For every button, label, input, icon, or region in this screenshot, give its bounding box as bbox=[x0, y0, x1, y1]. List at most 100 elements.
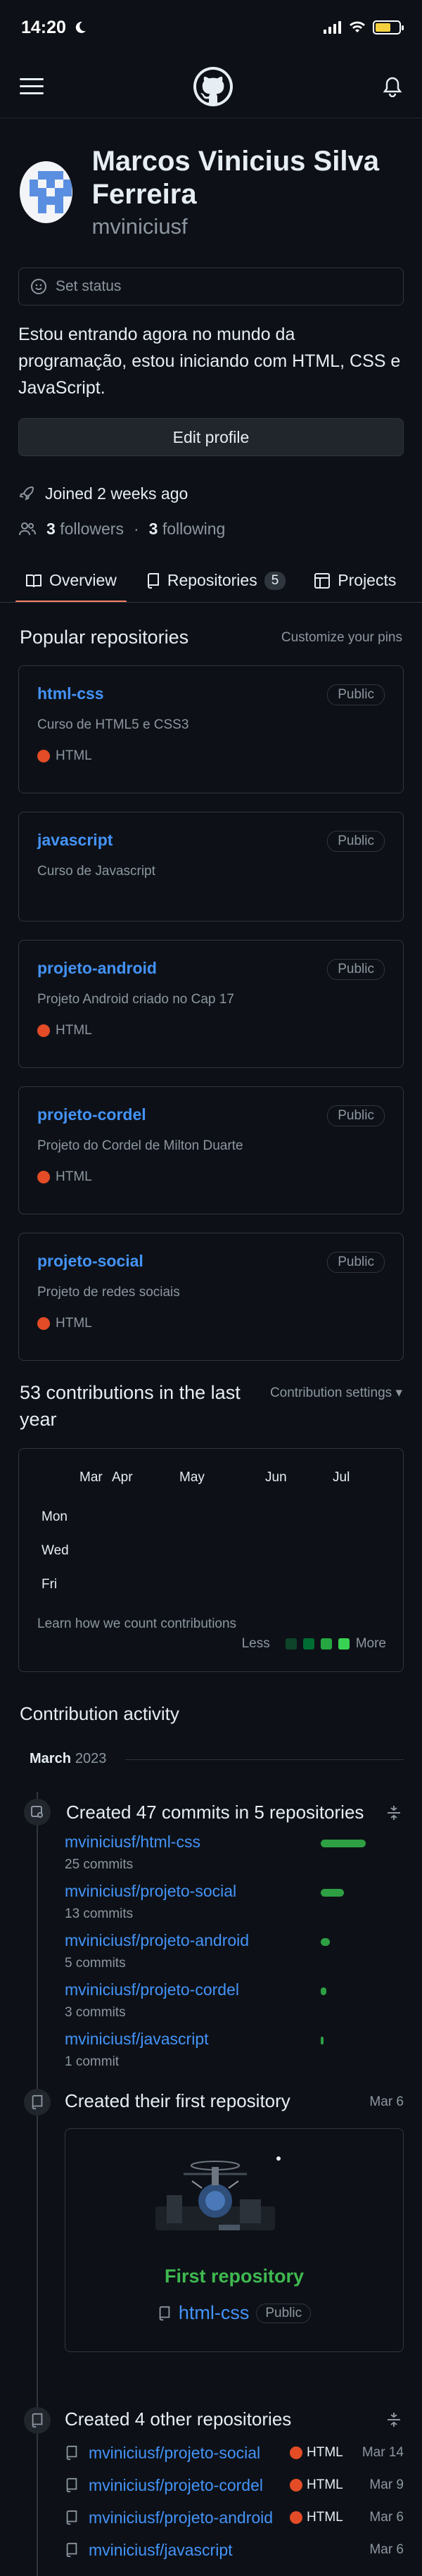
collapse-icon[interactable] bbox=[385, 2411, 402, 2428]
created-repo-row: mviniciusf/javascript Mar 6 bbox=[65, 2539, 404, 2561]
following-label: following bbox=[162, 519, 226, 538]
tab-overview-label: Overview bbox=[49, 571, 117, 590]
repo-icon bbox=[66, 2511, 77, 2525]
day-label: Wed bbox=[41, 1543, 69, 1559]
tab-projects[interactable]: Projects bbox=[304, 559, 406, 602]
edit-profile-button[interactable]: Edit profile bbox=[18, 418, 404, 457]
created-repo-link[interactable]: mviniciusf/projeto-cordel bbox=[89, 2476, 284, 2495]
repo-language: HTML bbox=[290, 2445, 360, 2461]
learn-contributions-link[interactable]: Learn how we count contributions bbox=[37, 1616, 236, 1632]
legend-square bbox=[320, 1638, 332, 1650]
created-repo-link[interactable]: mviniciusf/projeto-social bbox=[89, 2444, 284, 2463]
people-icon bbox=[19, 522, 36, 536]
avatar[interactable] bbox=[20, 161, 72, 224]
repo-card[interactable]: projeto-cordel Public Projeto do Cordel … bbox=[18, 1086, 404, 1215]
repo-card[interactable]: projeto-social Public Projeto de redes s… bbox=[18, 1233, 404, 1362]
tab-overview[interactable]: Overview bbox=[15, 559, 127, 603]
created-repo-link[interactable]: mviniciusf/projeto-android bbox=[89, 2508, 284, 2527]
repo-card[interactable]: projeto-android Public Projeto Android c… bbox=[18, 940, 404, 1069]
wifi-icon bbox=[350, 21, 365, 32]
language-color-dot bbox=[37, 1317, 50, 1331]
contributions-header: 53 contributions in the last year Contri… bbox=[0, 1379, 422, 1433]
language-color-dot bbox=[37, 1171, 50, 1184]
tab-projects-label: Projects bbox=[338, 571, 397, 590]
followers-row: 3 followers · 3 following bbox=[18, 518, 404, 539]
book-icon bbox=[26, 574, 41, 588]
commit-repo-row: mviniciusf/html-css 25 commits bbox=[65, 1833, 200, 1873]
repo-language: HTML bbox=[290, 2477, 360, 2493]
signal-icon bbox=[324, 21, 341, 34]
repo-event-icon bbox=[24, 2407, 51, 2434]
smiley-icon bbox=[31, 279, 46, 295]
contribution-legend: Less More bbox=[242, 1636, 386, 1652]
first-repo-card: First repository html-css Public bbox=[65, 2128, 404, 2353]
commit-count: 5 commits bbox=[65, 1956, 126, 1971]
popular-repos-header: Popular repositories Customize your pins bbox=[0, 627, 422, 648]
bell-icon[interactable] bbox=[383, 76, 402, 97]
language-label: HTML bbox=[56, 1316, 92, 1331]
set-status-button[interactable]: Set status bbox=[18, 268, 404, 306]
customize-pins-link[interactable]: Customize your pins bbox=[281, 630, 402, 646]
commit-repo-link[interactable]: mviniciusf/projeto-cordel bbox=[65, 1980, 239, 1999]
created-repo-row: mviniciusf/projeto-cordel HTML Mar 9 bbox=[65, 2475, 404, 2496]
top-nav bbox=[0, 55, 422, 118]
tab-repositories-label: Repositories bbox=[167, 571, 257, 590]
language-label: HTML bbox=[56, 1169, 92, 1185]
language-color-dot bbox=[37, 750, 50, 763]
following-link[interactable]: 3 following bbox=[149, 520, 226, 539]
first-repo-illustration-icon bbox=[155, 2156, 281, 2231]
language-label: HTML bbox=[56, 748, 92, 764]
repo-description: Curso de Javascript bbox=[37, 864, 155, 879]
followers-link[interactable]: 3 followers bbox=[46, 520, 124, 539]
repo-language: HTML bbox=[37, 748, 385, 764]
contribution-activity: Contribution activity March 2023 Created… bbox=[0, 1672, 422, 2576]
first-repo-date: Mar 6 bbox=[369, 2094, 404, 2110]
created-repo-date: Mar 14 bbox=[362, 2445, 404, 2461]
language-label: HTML bbox=[56, 1023, 92, 1038]
contribution-graph: Mar Apr May Jun Jul Mon Wed Fri Learn ho… bbox=[18, 1448, 404, 1673]
commit-repo-link[interactable]: mviniciusf/html-css bbox=[65, 1833, 200, 1852]
month-label: May bbox=[179, 1470, 205, 1485]
tab-repositories-count: 5 bbox=[264, 571, 286, 590]
commit-repo-link[interactable]: mviniciusf/projeto-android bbox=[65, 1931, 249, 1950]
commit-repo-link[interactable]: mviniciusf/projeto-social bbox=[65, 1882, 236, 1901]
day-label: Fri bbox=[41, 1577, 58, 1592]
commit-repo-link[interactable]: mviniciusf/javascript bbox=[65, 2030, 209, 2049]
commit-repo-row: mviniciusf/projeto-social 13 commits bbox=[65, 1882, 236, 1922]
visibility-badge: Public bbox=[327, 1105, 385, 1127]
visibility-badge: Public bbox=[327, 959, 385, 981]
month-label: Jul bbox=[333, 1470, 350, 1485]
collapse-icon[interactable] bbox=[385, 1804, 402, 1821]
first-repo-link[interactable]: html-css bbox=[179, 2302, 250, 2324]
repo-description: Projeto do Cordel de Milton Duarte bbox=[37, 1138, 243, 1154]
tab-repositories[interactable]: Repositories 5 bbox=[136, 559, 295, 602]
commit-event-icon bbox=[24, 1799, 51, 1826]
repo-card[interactable]: html-css Public Curso de HTML5 e CSS3 HT… bbox=[18, 665, 404, 794]
first-repo-card-title: First repository bbox=[164, 2266, 305, 2287]
month-label: Mar bbox=[79, 1470, 103, 1485]
legend-more: More bbox=[355, 1636, 386, 1652]
created-repo-link[interactable]: mviniciusf/javascript bbox=[89, 2541, 284, 2560]
created-repo-date: Mar 6 bbox=[369, 2510, 404, 2525]
commit-share-bar bbox=[321, 1889, 344, 1897]
created-repo-row: mviniciusf/projeto-android HTML Mar 6 bbox=[65, 2507, 404, 2528]
commit-count: 13 commits bbox=[65, 1906, 134, 1922]
menu-icon[interactable] bbox=[20, 73, 44, 99]
day-label: Mon bbox=[41, 1509, 68, 1525]
status-time-group: 14:20 bbox=[21, 18, 87, 38]
contribution-settings-button[interactable]: Contribution settings ▾ bbox=[270, 1385, 402, 1401]
created-repo-date: Mar 6 bbox=[369, 2542, 404, 2558]
legend-square bbox=[302, 1638, 314, 1650]
joined-text: Joined 2 weeks ago bbox=[45, 484, 188, 503]
rocket-icon bbox=[19, 486, 34, 501]
contributions-title: 53 contributions in the last year bbox=[20, 1382, 241, 1431]
following-count: 3 bbox=[148, 519, 158, 538]
github-logo-icon[interactable] bbox=[193, 66, 233, 106]
commit-share-bar bbox=[321, 1987, 326, 1996]
repo-icon bbox=[66, 2478, 77, 2493]
repo-card[interactable]: javascript Public Curso de Javascript bbox=[18, 812, 404, 922]
other-repos-event-title: Created 4 other repositories bbox=[65, 2408, 292, 2430]
set-status-label: Set status bbox=[56, 278, 122, 295]
commit-repo-row: mviniciusf/javascript 1 commit bbox=[65, 2030, 209, 2070]
followers-count: 3 bbox=[46, 519, 56, 538]
